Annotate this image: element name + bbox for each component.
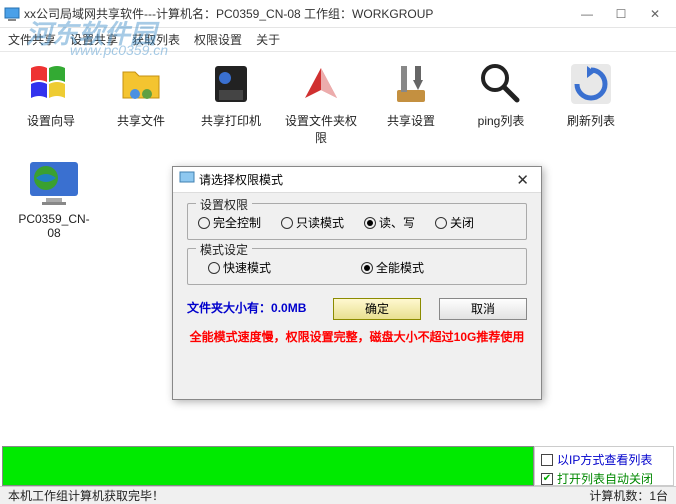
- tool-ping-list[interactable]: ping列表: [460, 60, 542, 146]
- tools-icon: [387, 60, 435, 108]
- radio-full-control[interactable]: 完全控制: [198, 214, 261, 231]
- radio-fast-mode[interactable]: 快速模式: [208, 259, 271, 276]
- windows-flag-icon: [27, 60, 75, 108]
- progress-bar: [2, 446, 534, 486]
- toolbar: 设置向导 共享文件 共享打印机 设置文件夹权限 共享设置 ping列表 刷新: [0, 52, 676, 158]
- tool-label: 设置文件夹权限: [280, 112, 362, 146]
- tool-label: 刷新列表: [567, 112, 615, 129]
- checkbox-icon: [541, 454, 553, 466]
- book-icon: [297, 60, 345, 108]
- checkbox-auto-close[interactable]: 打开列表自动关闭: [541, 470, 667, 487]
- dialog-icon: [179, 170, 195, 189]
- menubar: 文件共享 设置共享 获取列表 权限设置 关于: [0, 28, 676, 52]
- menu-about[interactable]: 关于: [256, 31, 280, 48]
- legend-permission: 设置权限: [196, 196, 252, 213]
- warning-text: 全能模式速度慢，权限设置完整，磁盘大小不超过10G推荐使用: [187, 328, 527, 345]
- window-titlebar: xx公司局域网共享软件---计算机名：PC0359_CN-08 工作组：WORK…: [0, 0, 676, 28]
- status-left: 本机工作组计算机获取完毕！: [8, 487, 164, 504]
- tool-label: ping列表: [478, 112, 525, 129]
- window-controls: — ☐ ✕: [570, 3, 672, 25]
- refresh-icon: [567, 60, 615, 108]
- checkbox-icon: [541, 473, 553, 485]
- computer-item[interactable]: PC0359_CN-08: [14, 158, 94, 240]
- statusbar: 本机工作组计算机获取完毕！ 计算机数：1台: [0, 486, 676, 504]
- tool-folder-permission[interactable]: 设置文件夹权限: [280, 60, 362, 146]
- checkbox-ip-view[interactable]: 以IP方式查看列表: [541, 451, 667, 468]
- file-size-row: 文件夹大小有：0.0MB: [187, 299, 306, 316]
- magnifier-icon: [477, 60, 525, 108]
- dialog-title: 请选择权限模式: [199, 171, 283, 188]
- radio-close[interactable]: 关闭: [435, 214, 474, 231]
- permission-mode-dialog: 请选择权限模式 ✕ 设置权限 完全控制 只读模式 读、写 关闭 模式设定 快速模…: [172, 166, 542, 400]
- minimize-button[interactable]: —: [570, 3, 604, 25]
- tool-share-file[interactable]: 共享文件: [100, 60, 182, 146]
- dialog-titlebar: 请选择权限模式 ✕: [173, 167, 541, 193]
- fieldset-mode: 模式设定 快速模式 全能模式: [187, 248, 527, 285]
- maximize-button[interactable]: ☐: [604, 3, 638, 25]
- bottom-bar: 以IP方式查看列表 打开列表自动关闭: [2, 446, 674, 486]
- window-title: xx公司局域网共享软件---计算机名：PC0359_CN-08 工作组：WORK…: [24, 5, 433, 22]
- radio-full-mode[interactable]: 全能模式: [361, 259, 424, 276]
- folder-share-icon: [117, 60, 165, 108]
- menu-get-list[interactable]: 获取列表: [132, 31, 180, 48]
- ok-button[interactable]: 确定: [333, 298, 421, 320]
- computer-label: PC0359_CN-08: [14, 212, 94, 240]
- file-size-value: 0.0MB: [271, 301, 306, 315]
- tool-label: 设置向导: [27, 112, 75, 129]
- tool-share-settings[interactable]: 共享设置: [370, 60, 452, 146]
- status-right: 计算机数：1台: [589, 487, 668, 504]
- tool-label: 共享打印机: [201, 112, 261, 129]
- tool-refresh-list[interactable]: 刷新列表: [550, 60, 632, 146]
- radio-readonly[interactable]: 只读模式: [281, 214, 344, 231]
- dialog-close-button[interactable]: ✕: [510, 169, 535, 191]
- monitor-globe-icon: [24, 158, 84, 208]
- menu-set-share[interactable]: 设置共享: [70, 31, 118, 48]
- tool-label: 共享文件: [117, 112, 165, 129]
- menu-file-share[interactable]: 文件共享: [8, 31, 56, 48]
- menu-permission[interactable]: 权限设置: [194, 31, 242, 48]
- close-button[interactable]: ✕: [638, 3, 672, 25]
- tool-share-printer[interactable]: 共享打印机: [190, 60, 272, 146]
- options-panel: 以IP方式查看列表 打开列表自动关闭: [534, 446, 674, 486]
- printer-icon: [207, 60, 255, 108]
- fieldset-permission: 设置权限 完全控制 只读模式 读、写 关闭: [187, 203, 527, 240]
- tool-setup-wizard[interactable]: 设置向导: [10, 60, 92, 146]
- radio-read-write[interactable]: 读、写: [364, 214, 415, 231]
- legend-mode: 模式设定: [196, 241, 252, 258]
- tool-label: 共享设置: [387, 112, 435, 129]
- app-icon: [4, 6, 20, 22]
- cancel-button[interactable]: 取消: [439, 298, 527, 320]
